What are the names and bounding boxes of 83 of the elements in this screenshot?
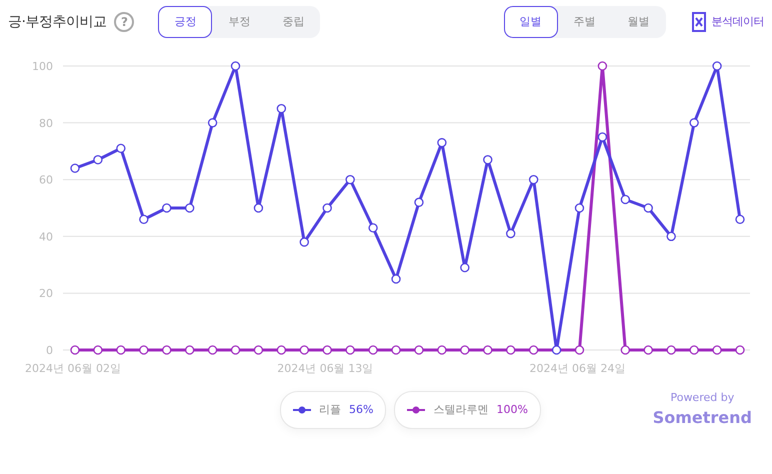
data-point (346, 174, 355, 184)
x-axis-label: 2024년 06월 02일 (25, 362, 121, 375)
legend-marker-icon (293, 406, 311, 414)
data-point (506, 228, 516, 238)
data-point (735, 345, 745, 355)
data-point (460, 345, 470, 355)
data-point (254, 203, 264, 213)
data-point (254, 345, 264, 355)
toggle-tab[interactable]: 주별 (558, 6, 612, 38)
data-point (346, 345, 355, 355)
data-point (644, 345, 653, 355)
data-point (574, 203, 584, 213)
data-point (620, 345, 630, 355)
y-axis-label: 60 (39, 174, 53, 187)
data-point (70, 345, 80, 355)
data-point (735, 214, 745, 224)
y-axis-label: 100 (32, 60, 53, 73)
data-point (460, 263, 470, 272)
data-point (712, 61, 722, 71)
data-point (185, 203, 194, 213)
toggle-tab[interactable]: 부정 (212, 6, 266, 38)
data-point (666, 345, 676, 355)
data-point (620, 194, 630, 204)
y-axis-label: 20 (39, 287, 53, 300)
data-point (70, 164, 80, 173)
data-point (437, 138, 447, 148)
toggle-tab[interactable]: 중립 (266, 6, 320, 38)
data-point (666, 232, 676, 242)
export-button[interactable]: 분석데이터 (690, 12, 764, 32)
data-point (139, 345, 148, 355)
y-axis-label: 40 (39, 230, 53, 244)
x-axis-label: 2024년 06월 13일 (277, 362, 374, 375)
x-axis-label: 2024년 06월 24일 (529, 362, 626, 375)
data-point (162, 203, 172, 213)
data-point (690, 118, 699, 128)
chart-title: 긍·부정추이비교 (8, 12, 106, 32)
data-point (300, 237, 309, 247)
data-point (208, 118, 218, 128)
data-point (116, 345, 126, 355)
data-point (185, 345, 194, 355)
toggle-tab[interactable]: 일별 (504, 6, 558, 38)
legend-chip[interactable]: 리플 56% (280, 391, 386, 429)
spreadsheet-icon (690, 12, 708, 32)
data-point (93, 345, 103, 355)
data-point (276, 104, 286, 114)
data-point (162, 345, 172, 355)
data-point (276, 345, 286, 355)
data-point (230, 345, 240, 355)
data-point (116, 144, 126, 154)
data-point (368, 223, 378, 233)
data-point (391, 345, 401, 355)
y-axis-label: 80 (39, 116, 53, 130)
data-point (712, 345, 722, 355)
data-point (598, 61, 608, 71)
toggle-tab[interactable]: 긍정 (158, 6, 212, 38)
branding-text: Powered by (669, 390, 736, 406)
data-point (483, 155, 492, 164)
data-point (690, 345, 699, 355)
data-point (414, 345, 424, 355)
y-axis-label: 0 (46, 344, 53, 357)
data-point (300, 345, 309, 355)
data-point (574, 345, 584, 355)
data-point (437, 345, 447, 355)
data-point (506, 345, 516, 355)
data-point (139, 214, 148, 224)
toggle-tab[interactable]: 월별 (612, 6, 666, 38)
data-point (414, 198, 424, 207)
data-point (528, 345, 538, 355)
data-point (208, 345, 218, 355)
legend-chip[interactable]: 스텔라루멘 100% (394, 391, 541, 429)
data-point (483, 345, 492, 355)
data-point (93, 155, 103, 164)
data-point (322, 345, 332, 355)
data-point (598, 132, 608, 142)
data-point (230, 61, 240, 71)
brand-logo: Sometrend (652, 407, 752, 430)
data-point (391, 274, 401, 284)
data-point (322, 203, 332, 213)
data-point (552, 345, 562, 355)
data-point (528, 174, 538, 184)
data-point (368, 345, 378, 355)
legend-marker-icon (407, 406, 426, 414)
data-point (644, 203, 653, 213)
